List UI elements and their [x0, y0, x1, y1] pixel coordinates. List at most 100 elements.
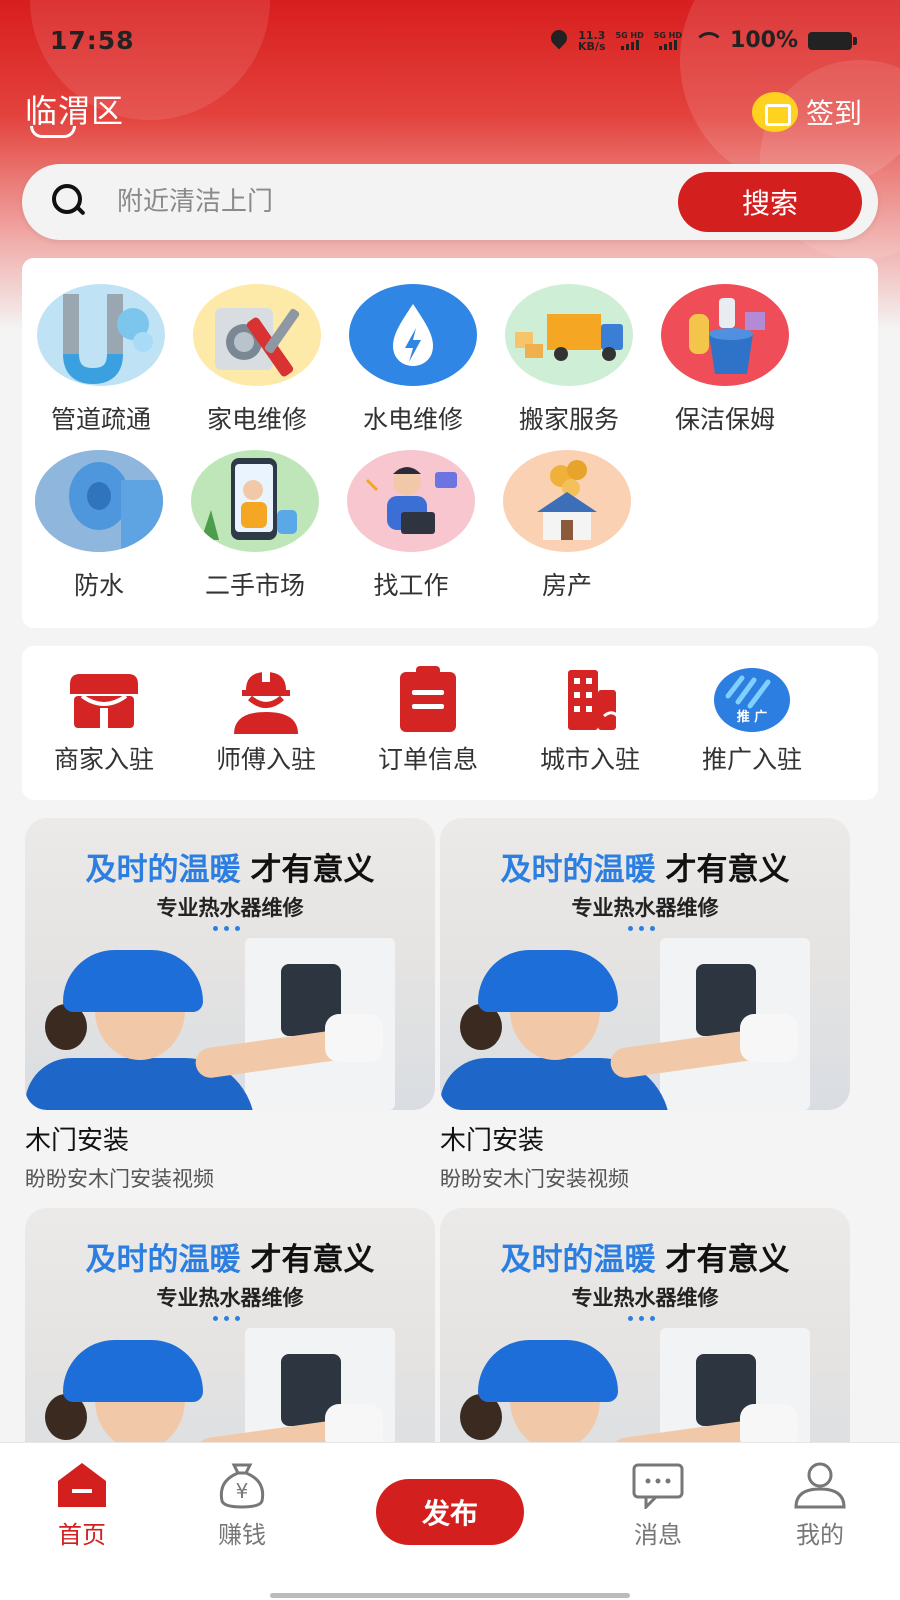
sim1-label: 5G HD	[615, 31, 644, 40]
job-search-icon	[347, 450, 475, 552]
feed-card[interactable]: 及时的温暖 才有意义 专业热水器维修 木门安装 盼盼安木门安装视频	[440, 818, 850, 1193]
feed-card[interactable]: 及时的温暖 才有意义 专业热水器维修 木门安装 盼盼安木门安装视频	[25, 818, 435, 1193]
category-label: 管道疏通	[50, 405, 151, 434]
battery-icon	[808, 31, 857, 50]
checkin-label: 签到	[805, 97, 862, 130]
service-category-grid: 管道疏通 家电维修 水电维修 搬家服务 保洁保姆 防水 二手市场 找工作 房产	[22, 258, 878, 628]
feed-headline-blue: 及时的温暖	[85, 852, 241, 888]
clipboard-icon	[388, 666, 468, 734]
entry-worker-join[interactable]: 师傅入驻	[186, 666, 346, 776]
carousel-dots	[213, 1316, 240, 1321]
water-electric-icon	[349, 284, 477, 386]
entry-city-join[interactable]: 城市入驻	[510, 666, 670, 776]
calendar-icon	[751, 92, 798, 132]
search-icon	[52, 184, 86, 218]
carousel-dots	[213, 926, 240, 931]
battery-percent: 100%	[730, 28, 798, 53]
entry-promotion-join[interactable]: 推 广 推广入驻	[672, 666, 832, 776]
entry-label: 订单信息	[377, 745, 478, 774]
feed-title: 木门安装	[25, 1126, 130, 1156]
network-speed-unit: KB/s	[578, 39, 606, 53]
user-icon	[792, 1461, 848, 1509]
category-cleaning-housekeeping[interactable]: 保洁保姆	[650, 284, 800, 436]
publish-button[interactable]: 发布	[376, 1479, 524, 1545]
join-entry-bar: 商家入驻 师傅入驻 订单信息 城市入驻 推 广 推广入驻	[22, 646, 878, 800]
house-coins-icon	[503, 450, 631, 552]
moving-truck-icon	[505, 284, 633, 386]
feed-headline-dark: 才有意义	[665, 1242, 790, 1278]
category-label: 找工作	[373, 571, 449, 600]
feed-headline-blue: 及时的温暖	[500, 852, 656, 888]
appliance-repair-icon	[193, 284, 321, 386]
checkin-button[interactable]: 签到	[751, 92, 862, 132]
search-input[interactable]	[117, 178, 637, 226]
message-icon	[630, 1461, 686, 1511]
home-indicator	[270, 1593, 630, 1598]
feed-description: 盼盼安木门安装视频	[440, 1167, 629, 1191]
feed-headline-dark: 才有意义	[250, 852, 375, 888]
tab-mine[interactable]: 我的	[760, 1461, 880, 1550]
promote-badge: 推 广	[736, 710, 768, 725]
pipe-icon	[37, 284, 165, 386]
feed-image: 及时的温暖 才有意义 专业热水器维修	[440, 818, 850, 1110]
entry-merchant-join[interactable]: 商家入驻	[24, 666, 184, 776]
entry-label: 推广入驻	[701, 745, 802, 774]
feed-headline-dark: 才有意义	[665, 852, 790, 888]
search-bar: 搜索	[22, 164, 878, 240]
tab-label: 首页	[58, 1521, 106, 1549]
category-label: 保洁保姆	[674, 405, 775, 434]
feed-headline: 及时的温暖 才有意义	[440, 1234, 850, 1279]
feed-subline: 专业热水器维修	[156, 1286, 304, 1310]
worker-helmet-icon	[226, 666, 306, 734]
promote-icon: 推 广	[712, 666, 792, 734]
waterproof-roll-icon	[35, 450, 163, 552]
category-label: 家电维修	[206, 405, 307, 434]
tab-label: 我的	[796, 1521, 844, 1549]
tab-earn[interactable]: ¥ 赚钱	[182, 1461, 302, 1550]
category-label: 二手市场	[204, 571, 305, 600]
entry-order-info[interactable]: 订单信息	[348, 666, 508, 776]
tab-messages[interactable]: 消息	[598, 1461, 718, 1550]
network-speed: 11.3 KB/s	[578, 30, 605, 52]
category-secondhand-market[interactable]: 二手市场	[180, 450, 330, 602]
feed-headline-dark: 才有意义	[250, 1242, 375, 1278]
tab-label: 赚钱	[218, 1521, 266, 1549]
category-moving-service[interactable]: 搬家服务	[494, 284, 644, 436]
bottom-tab-bar: 首页 ¥ 赚钱 发布 消息 我的	[0, 1442, 900, 1600]
location-icon	[550, 30, 568, 52]
feed-headline: 及时的温暖 才有意义	[25, 1234, 435, 1279]
entry-label: 商家入驻	[53, 745, 154, 774]
sim2-label: 5G HD	[653, 31, 683, 40]
category-real-estate[interactable]: 房产	[492, 450, 642, 602]
status-bar: 17:58 11.3 KB/s 5G HD 5G HD 100%	[0, 22, 900, 62]
category-water-electric-repair[interactable]: 水电维修	[338, 284, 488, 436]
tab-label: 消息	[634, 1521, 682, 1549]
category-label: 搬家服务	[518, 405, 619, 434]
feed-description: 盼盼安木门安装视频	[25, 1167, 214, 1191]
category-label: 水电维修	[362, 405, 463, 434]
feed-image: 及时的温暖 才有意义 专业热水器维修	[25, 818, 435, 1110]
entry-label: 师傅入驻	[215, 745, 316, 774]
yuan-glyph: ¥	[235, 1479, 249, 1503]
money-bag-icon: ¥	[214, 1461, 270, 1509]
city-building-icon	[550, 666, 630, 734]
search-button[interactable]: 搜索	[678, 172, 862, 232]
category-label: 防水	[73, 571, 124, 600]
home-icon	[54, 1461, 110, 1509]
signal-icon-2: 5G HD	[654, 31, 682, 50]
category-appliance-repair[interactable]: 家电维修	[182, 284, 332, 436]
feed-headline-blue: 及时的温暖	[500, 1242, 656, 1278]
feed-subline: 专业热水器维修	[571, 1286, 719, 1310]
category-find-job[interactable]: 找工作	[336, 450, 486, 602]
feed-title: 木门安装	[440, 1126, 545, 1156]
category-pipe-dredging[interactable]: 管道疏通	[26, 284, 176, 436]
city-underline-decoration	[30, 126, 76, 138]
wifi-icon	[692, 31, 725, 50]
carousel-dots	[628, 926, 655, 931]
category-waterproofing[interactable]: 防水	[24, 450, 174, 602]
feed-headline: 及时的温暖 才有意义	[440, 844, 850, 889]
feed-headline-blue: 及时的温暖	[85, 1242, 241, 1278]
feed-subline: 专业热水器维修	[571, 896, 719, 920]
store-icon	[64, 666, 144, 734]
tab-home[interactable]: 首页	[22, 1461, 142, 1550]
